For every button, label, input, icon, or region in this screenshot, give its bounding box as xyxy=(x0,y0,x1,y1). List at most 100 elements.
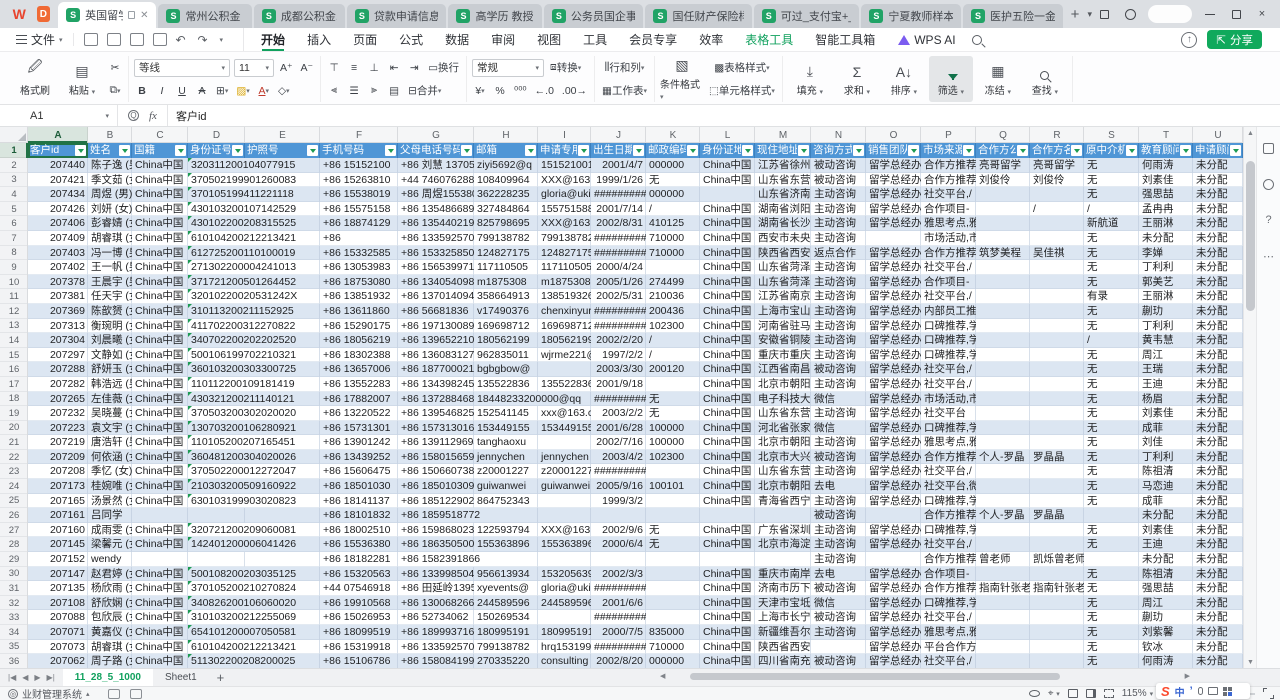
cell-M33[interactable]: 上海市长宁 xyxy=(755,610,811,625)
row-header-6[interactable]: 6 xyxy=(0,216,28,231)
cell-I23[interactable]: z20001227 xyxy=(538,464,591,479)
cell-H24[interactable]: guiwanwei xyxy=(474,479,538,494)
cell-T30[interactable]: 陈祖清 xyxy=(1139,567,1193,582)
cell-B24[interactable]: 桂婉唯 (女 xyxy=(88,479,132,494)
cell-Q31[interactable]: 指南针张老 xyxy=(976,581,1030,596)
cell-G8[interactable]: +86 1533258500 xyxy=(398,246,474,261)
cell-P27[interactable]: 口碑推荐,学 xyxy=(921,523,976,538)
cell-S24[interactable]: 无 xyxy=(1084,479,1139,494)
cell-P5[interactable]: 合作项目- xyxy=(921,202,976,217)
freeze-button[interactable]: ▦冻结 ▾ xyxy=(976,56,1020,102)
cell-T6[interactable]: 王丽淋 xyxy=(1139,216,1193,231)
cell-P21[interactable]: 雅思考点,雅 xyxy=(921,435,976,450)
save-icon[interactable] xyxy=(84,33,98,46)
cell-Q30[interactable] xyxy=(976,567,1030,582)
cell-L5[interactable]: China中国 xyxy=(700,202,755,217)
cell-L18[interactable]: China中国 xyxy=(700,392,755,407)
cell-T13[interactable]: 丁利利 xyxy=(1139,319,1193,334)
cell-L19[interactable]: China中国 xyxy=(700,406,755,421)
cell-T16[interactable]: 王瑞 xyxy=(1139,362,1193,377)
cell-I16[interactable] xyxy=(538,362,591,377)
cell-F24[interactable]: +86 18501030 xyxy=(320,479,398,494)
column-header-D[interactable]: D xyxy=(188,127,245,143)
cell-T15[interactable]: 周江 xyxy=(1139,348,1193,363)
cell-K17[interactable] xyxy=(646,377,700,392)
cell-T21[interactable]: 刘佳 xyxy=(1139,435,1193,450)
cell-E29[interactable] xyxy=(245,552,320,567)
cell-J23[interactable]: ######### xyxy=(591,464,646,479)
clear-format-button[interactable]: ◇ ▾ xyxy=(276,82,292,99)
cell-T4[interactable]: 强思喆 xyxy=(1139,187,1193,202)
cell-D7[interactable]: 610104200212213421 xyxy=(188,231,245,246)
cell-D9[interactable]: 271302200004241013 xyxy=(188,260,245,275)
cell-A27[interactable]: 207160 xyxy=(28,523,88,538)
cell-J20[interactable]: 2001/6/28 xyxy=(591,421,646,436)
cell-C34[interactable]: China中国 xyxy=(132,625,188,640)
cell-U22[interactable]: 未分配 xyxy=(1193,450,1243,465)
page-layout-view-icon[interactable] xyxy=(1086,689,1096,698)
cell-H7[interactable]: 799138782 xyxy=(474,231,538,246)
cell-F18[interactable]: +86 17882007 xyxy=(320,392,398,407)
cell-T32[interactable]: 周江 xyxy=(1139,596,1193,611)
rpanel-help-icon[interactable]: ? xyxy=(1262,213,1276,227)
cell-S32[interactable]: 无 xyxy=(1084,596,1139,611)
cell-J7[interactable]: ######### xyxy=(591,231,646,246)
sogou-icon[interactable]: S xyxy=(1161,684,1170,699)
cell-Q15[interactable] xyxy=(976,348,1030,363)
cell-M21[interactable]: 北京市朝阳 xyxy=(755,435,811,450)
cell-C15[interactable]: China中国 xyxy=(132,348,188,363)
worksheet-button[interactable]: ▦ 工作表 ▾ xyxy=(600,82,649,99)
row-header-13[interactable]: 13 xyxy=(0,319,28,334)
scroll-left-icon[interactable]: ◀ xyxy=(660,672,665,680)
cell-H35[interactable]: 799138782 xyxy=(474,640,538,655)
cell-S2[interactable]: 无 xyxy=(1084,158,1139,173)
cell-P2[interactable]: 合作方推荐 xyxy=(921,158,976,173)
cell-R15[interactable] xyxy=(1030,348,1084,363)
filter-button-D[interactable] xyxy=(232,145,243,156)
column-header-J[interactable]: J xyxy=(591,127,646,143)
cell-Q23[interactable] xyxy=(976,464,1030,479)
cell-G14[interactable]: +86 1396522100 xyxy=(398,333,474,348)
cell-F14[interactable]: +86 18056219 xyxy=(320,333,398,348)
column-header-N[interactable]: N xyxy=(811,127,866,143)
cell-K7[interactable]: 710000 xyxy=(646,231,700,246)
cell-B4[interactable]: 周煜 (男) xyxy=(88,187,132,202)
cell-Q13[interactable] xyxy=(976,319,1030,334)
cell-S23[interactable]: 无 xyxy=(1084,464,1139,479)
row-header-27[interactable]: 27 xyxy=(0,523,28,538)
cell-R16[interactable] xyxy=(1030,362,1084,377)
cell-H22[interactable]: jennychen xyxy=(474,450,538,465)
column-header-S[interactable]: S xyxy=(1084,127,1139,143)
cell-U32[interactable]: 未分配 xyxy=(1193,596,1243,611)
row-header-23[interactable]: 23 xyxy=(0,464,28,479)
row-header-14[interactable]: 14 xyxy=(0,333,28,348)
cell-A28[interactable]: 207145 xyxy=(28,537,88,552)
cell-N27[interactable]: 主动咨询 xyxy=(811,523,866,538)
cell-C1[interactable]: 国籍 xyxy=(132,143,188,158)
filter-button-G[interactable] xyxy=(461,145,472,156)
cell-A3[interactable]: 207421 xyxy=(28,173,88,188)
filter-button-S[interactable] xyxy=(1126,145,1137,156)
cell-B3[interactable]: 季文茹 (女 xyxy=(88,173,132,188)
increase-decimal-button[interactable]: ←.0 xyxy=(533,82,556,99)
cell-I2[interactable]: 151521001 xyxy=(538,158,591,173)
cell-M20[interactable]: 河北省张家 xyxy=(755,421,811,436)
cell-O19[interactable]: 留学总经办 xyxy=(866,406,921,421)
cell-T14[interactable]: 黄韦慧 xyxy=(1139,333,1193,348)
cell-J22[interactable]: 2003/4/2 xyxy=(591,450,646,465)
cell-L7[interactable]: China中国 xyxy=(700,231,755,246)
close-tab-icon[interactable]: ✕ xyxy=(140,10,148,21)
cell-H23[interactable]: z20001227 xyxy=(474,464,538,479)
formula-input[interactable]: 客户id xyxy=(168,108,207,124)
cell-A36[interactable]: 207062 xyxy=(28,654,88,668)
cell-S5[interactable]: / xyxy=(1084,202,1139,217)
cell-P36[interactable]: 社交平台,/ xyxy=(921,654,976,668)
cell-P6[interactable]: 雅思考点,雅 xyxy=(921,216,976,231)
row-header-32[interactable]: 32 xyxy=(0,596,28,611)
cell-C9[interactable]: China中国 xyxy=(132,260,188,275)
cell-I17[interactable]: 135522836 xyxy=(538,377,591,392)
column-header-T[interactable]: T xyxy=(1139,127,1193,143)
column-header-R[interactable]: R xyxy=(1030,127,1084,143)
cell-H20[interactable]: 153449155 xyxy=(474,421,538,436)
cell-A12[interactable]: 207369 xyxy=(28,304,88,319)
